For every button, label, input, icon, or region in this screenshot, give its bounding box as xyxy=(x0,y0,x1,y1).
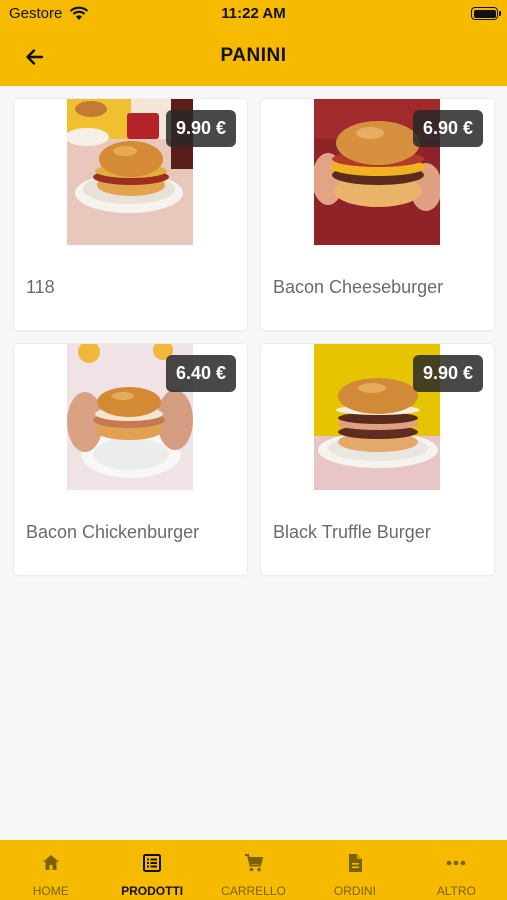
tab-label: PRODOTTI xyxy=(121,884,184,898)
more-icon xyxy=(446,853,466,873)
tab-carrello[interactable]: CARRELLO xyxy=(203,840,304,900)
app-header: Gestore 11:22 AM PANINI xyxy=(0,0,507,86)
battery-icon xyxy=(471,7,501,20)
product-name: Black Truffle Burger xyxy=(273,522,431,542)
product-card-bacon-cheeseburger[interactable]: 6.90 € Bacon Cheeseburger xyxy=(261,99,494,330)
product-name: Bacon Chickenburger xyxy=(26,522,200,542)
tab-label: ALTRO xyxy=(436,884,476,898)
list-icon xyxy=(142,853,162,873)
product-card-bacon-chickenburger[interactable]: 6.40 € Bacon Chickenburger xyxy=(14,344,247,575)
home-icon xyxy=(41,853,61,873)
price-badge: 9.90 € xyxy=(165,110,236,147)
tab-label: HOME xyxy=(32,884,69,898)
price-badge: 6.90 € xyxy=(412,110,483,147)
product-card-black-truffle-burger[interactable]: 9.90 € Black Truffle Burger xyxy=(261,344,494,575)
tab-ordini[interactable]: ORDINI xyxy=(304,840,405,900)
product-card-118[interactable]: 9.90 € 118 xyxy=(14,99,247,330)
tab-label: CARRELLO xyxy=(221,884,286,898)
cart-icon xyxy=(244,853,264,873)
tab-prodotti[interactable]: PRODOTTI xyxy=(101,840,202,900)
page-title: PANINI xyxy=(220,45,287,66)
price-badge: 6.40 € xyxy=(165,355,236,392)
status-time: 11:22 AM xyxy=(221,5,286,22)
navigation-bar: PANINI xyxy=(0,28,507,86)
tab-label: ORDINI xyxy=(333,884,376,898)
product-name: 118 xyxy=(26,277,55,297)
product-name: Bacon Cheeseburger xyxy=(273,277,444,297)
tab-home[interactable]: HOME xyxy=(0,840,101,900)
bottom-tab-bar: HOME PRODOTTI CARRELLO ORDINI ALTRO xyxy=(0,840,507,900)
price-badge: 9.90 € xyxy=(412,355,483,392)
status-bar: Gestore 11:22 AM xyxy=(0,0,507,28)
tab-altro[interactable]: ALTRO xyxy=(406,840,507,900)
document-icon xyxy=(345,853,365,873)
